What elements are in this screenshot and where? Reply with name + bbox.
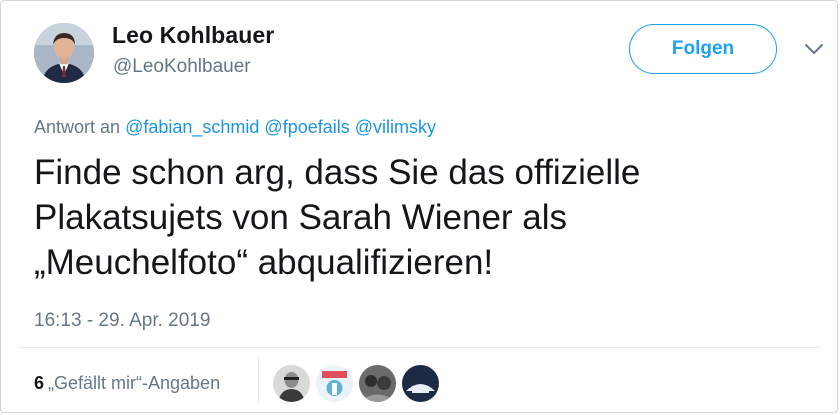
user-handle[interactable]: @LeoKohlbauer (113, 56, 251, 78)
mention-link[interactable]: @vilimsky (355, 117, 436, 137)
liker-avatars (273, 365, 439, 402)
tweet-text: Finde schon arg, dass Sie das offizielle… (34, 150, 794, 285)
likes-label: „Gefällt mir“-Angaben (48, 373, 221, 393)
liker-avatar[interactable] (316, 365, 353, 402)
tweet-text-line: „Meuchelfoto“ abqualifizieren! (34, 243, 494, 282)
reply-prefix: Antwort an (34, 117, 121, 137)
mention-link[interactable]: @fabian_schmid (125, 117, 259, 137)
divider (17, 347, 821, 348)
mention-link[interactable]: @fpoefails (264, 117, 349, 137)
likes-number: 6 (34, 373, 45, 393)
avatar[interactable] (34, 23, 94, 83)
timestamp[interactable]: 16:13 - 29. Apr. 2019 (34, 310, 210, 332)
liker-avatar[interactable] (273, 365, 310, 402)
tweet-text-line: Plakatsujets von Sarah Wiener als (34, 198, 568, 237)
display-name[interactable]: Leo Kohlbauer (112, 22, 274, 49)
liker-avatar[interactable] (402, 365, 439, 402)
tweet-card: Leo Kohlbauer @LeoKohlbauer Folgen Antwo… (0, 0, 838, 413)
follow-button[interactable]: Folgen (629, 24, 777, 74)
tweet-text-line: Finde schon arg, dass Sie das offizielle (34, 153, 641, 192)
reply-context: Antwort an @fabian_schmid @fpoefails @vi… (34, 117, 436, 138)
chevron-down-icon[interactable] (804, 42, 824, 56)
divider (258, 355, 259, 405)
likes-count[interactable]: 6 „Gefällt mir“-Angaben (34, 373, 220, 394)
liker-avatar[interactable] (359, 365, 396, 402)
